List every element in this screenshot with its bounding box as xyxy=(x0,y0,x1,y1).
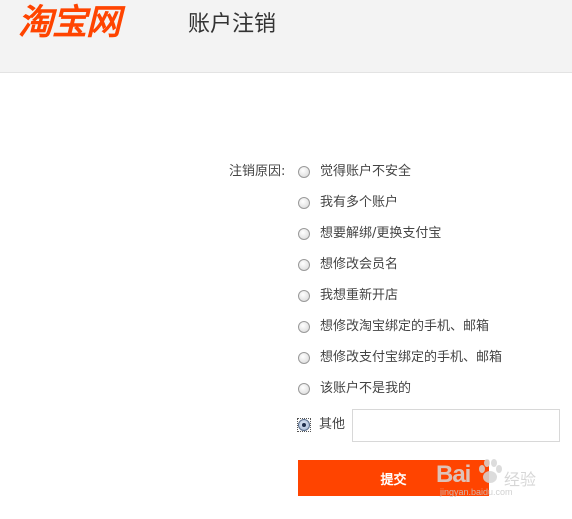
option-label: 想修改淘宝绑定的手机、邮箱 xyxy=(320,319,490,334)
option-label: 想修改会员名 xyxy=(320,257,399,272)
radio-button[interactable] xyxy=(298,321,310,333)
reason-option-not-my-account[interactable]: 该账户不是我的 xyxy=(298,379,411,399)
taobao-logo[interactable]: 淘宝网 xyxy=(18,2,121,44)
reason-option-change-alipay-binding[interactable]: 想修改支付宝绑定的手机、邮箱 xyxy=(298,348,502,368)
reason-option-multiple-accounts[interactable]: 我有多个账户 xyxy=(298,193,398,213)
reason-option-change-member-name[interactable]: 想修改会员名 xyxy=(298,255,398,275)
radio-button[interactable] xyxy=(298,228,310,240)
reason-option-reopen-shop[interactable]: 我想重新开店 xyxy=(298,286,398,306)
paw-icon xyxy=(479,459,502,483)
other-reason-input[interactable] xyxy=(352,409,560,442)
page-title: 账户注销 xyxy=(188,12,277,37)
option-label: 想要解绑/更换支付宝 xyxy=(320,226,442,241)
reason-option-change-taobao-binding[interactable]: 想修改淘宝绑定的手机、邮箱 xyxy=(298,317,489,337)
radio-button-selected[interactable] xyxy=(297,418,311,432)
option-label: 想修改支付宝绑定的手机、邮箱 xyxy=(320,350,503,365)
option-label: 觉得账户不安全 xyxy=(320,164,412,179)
radio-button[interactable] xyxy=(298,290,310,302)
page-header: 淘宝网 账户注销 xyxy=(0,0,572,73)
option-label: 我有多个账户 xyxy=(320,195,399,210)
baidu-jingyan-watermark: Bai 经验 jingyan.baidu.com xyxy=(436,458,566,498)
radio-button[interactable] xyxy=(298,383,310,395)
radio-button[interactable] xyxy=(298,166,310,178)
option-label: 其他 xyxy=(319,417,346,432)
reason-label: 注销原因: xyxy=(229,164,286,179)
option-label: 该账户不是我的 xyxy=(320,381,412,396)
radio-button[interactable] xyxy=(298,352,310,364)
reason-option-other[interactable]: 其他 xyxy=(297,415,346,435)
watermark-brand: Bai xyxy=(436,461,471,488)
reason-option-unsafe[interactable]: 觉得账户不安全 xyxy=(298,162,411,182)
reason-option-unbind-alipay[interactable]: 想要解绑/更换支付宝 xyxy=(298,224,441,244)
radio-button[interactable] xyxy=(298,197,310,209)
option-label: 我想重新开店 xyxy=(320,288,399,303)
watermark-url: jingyan.baidu.com xyxy=(440,487,513,497)
radio-button[interactable] xyxy=(298,259,310,271)
